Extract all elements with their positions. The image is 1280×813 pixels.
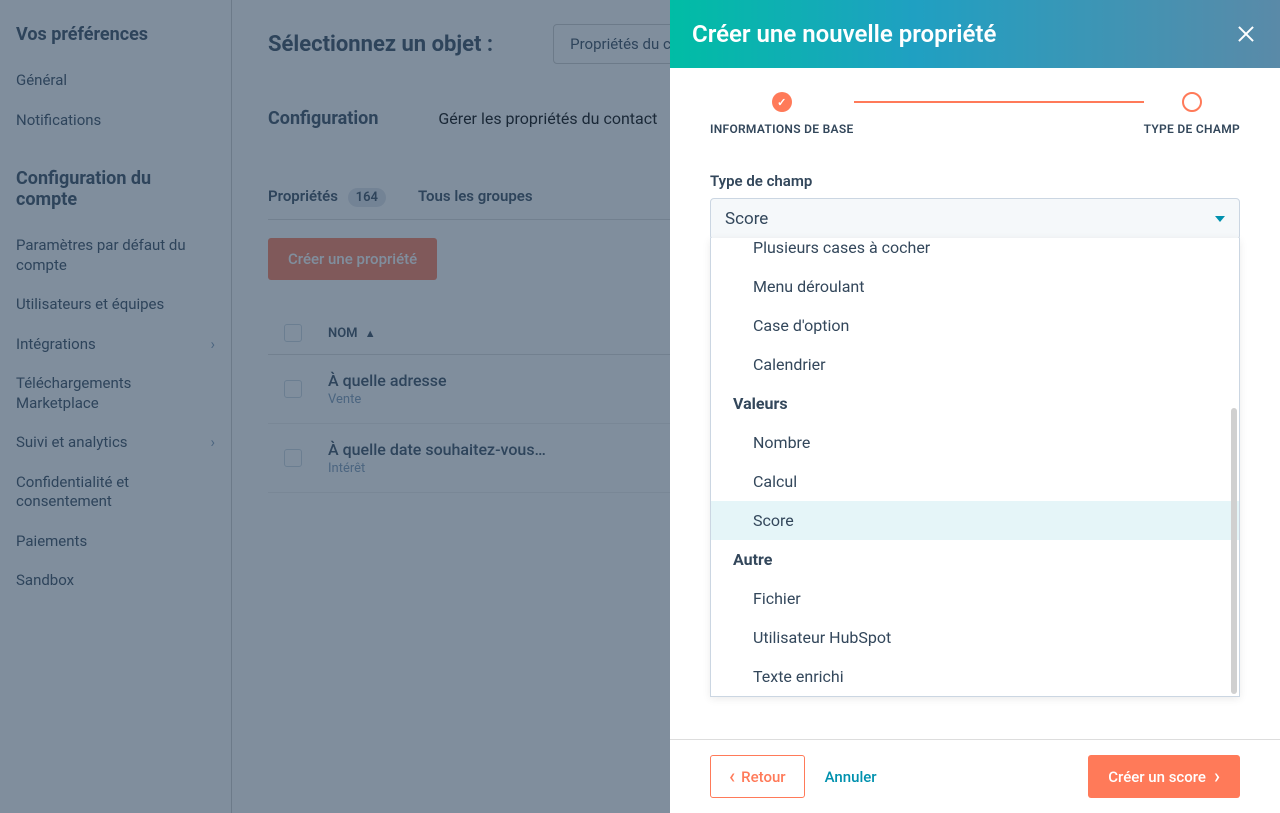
option-score[interactable]: Score bbox=[711, 501, 1239, 540]
field-type-select[interactable]: Score bbox=[710, 198, 1240, 240]
option-number[interactable]: Nombre bbox=[711, 423, 1239, 462]
option-dropdown[interactable]: Menu déroulant bbox=[711, 267, 1239, 306]
scrollbar-thumb[interactable] bbox=[1231, 408, 1237, 694]
option-multiple-checkboxes[interactable]: Plusieurs cases à cocher bbox=[711, 238, 1239, 267]
arrow-left-icon bbox=[729, 766, 735, 787]
panel-header: Créer une nouvelle propriété bbox=[670, 0, 1280, 68]
option-rich-text[interactable]: Texte enrichi bbox=[711, 657, 1239, 696]
option-date[interactable]: Calendrier bbox=[711, 345, 1239, 384]
close-icon[interactable] bbox=[1234, 22, 1258, 46]
panel-title: Créer une nouvelle propriété bbox=[692, 20, 996, 48]
chevron-down-icon bbox=[1215, 216, 1225, 222]
dropdown-scrollbar[interactable] bbox=[1229, 408, 1237, 694]
option-group-values: Valeurs bbox=[711, 384, 1239, 423]
step-field-type[interactable]: TYPE DE CHAMP bbox=[1144, 92, 1240, 136]
arrow-right-icon bbox=[1214, 766, 1220, 787]
field-type-label: Type de champ bbox=[710, 172, 1240, 190]
option-radio[interactable]: Case d'option bbox=[711, 306, 1239, 345]
panel-footer: Retour Annuler Créer un score bbox=[670, 739, 1280, 813]
cancel-link[interactable]: Annuler bbox=[825, 768, 877, 786]
create-property-panel: Créer une nouvelle propriété INFORMATION… bbox=[670, 0, 1280, 813]
back-button[interactable]: Retour bbox=[710, 755, 805, 798]
stepper-connector bbox=[854, 101, 1144, 103]
create-score-button[interactable]: Créer un score bbox=[1088, 755, 1240, 798]
option-group-other: Autre bbox=[711, 540, 1239, 579]
option-hubspot-user[interactable]: Utilisateur HubSpot bbox=[711, 618, 1239, 657]
step-basic-info[interactable]: INFORMATIONS DE BASE bbox=[710, 92, 854, 136]
option-file[interactable]: Fichier bbox=[711, 579, 1239, 618]
field-type-dropdown: Plusieurs cases à cocher Menu déroulant … bbox=[710, 238, 1240, 697]
stepper: INFORMATIONS DE BASE TYPE DE CHAMP bbox=[670, 68, 1280, 160]
step-current-icon bbox=[1182, 92, 1202, 112]
step-done-icon bbox=[772, 92, 792, 112]
option-calculation[interactable]: Calcul bbox=[711, 462, 1239, 501]
